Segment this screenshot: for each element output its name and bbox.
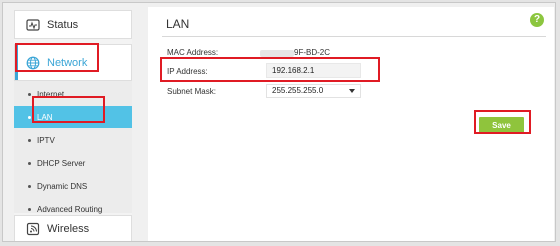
mac-address-value: 9F-BD-2C [294,48,331,57]
submenu-item-label: Dynamic DNS [37,181,88,191]
sidebar-item-wireless[interactable]: Wireless [14,215,132,241]
bullet-icon [28,161,31,165]
submenu-item-label: IPTV [37,135,55,145]
router-admin-window: Status Network Internet LAN IPTV DHCP Se… [2,2,556,242]
bullet-icon [28,138,31,142]
submenu-item-label: DHCP Server [37,158,86,168]
help-icon[interactable]: ? [530,13,544,27]
activity-monitor-icon [26,18,40,31]
submenu-item-dhcp-server[interactable]: DHCP Server [14,152,132,174]
subnet-mask-label: Subnet Mask: [167,87,216,96]
title-divider [162,36,546,37]
bullet-icon [28,207,31,211]
dropdown-arrow-icon [349,89,355,93]
highlight-lan [32,96,105,123]
bullet-icon [28,92,31,96]
highlight-save [474,110,531,134]
redacted-mac-prefix [260,50,294,57]
sidebar-item-status[interactable]: Status [14,10,132,39]
submenu-item-iptv[interactable]: IPTV [14,129,132,151]
highlight-network [15,43,99,72]
sidebar-item-wireless-label: Wireless [47,223,90,235]
subnet-mask-select[interactable]: 255.255.255.0 [266,84,361,98]
bullet-icon [28,184,31,188]
highlight-ip-address [160,57,380,82]
bullet-icon [28,115,31,119]
subnet-mask-value: 255.255.255.0 [272,86,324,95]
page-title: LAN [166,17,190,31]
wireless-icon [26,222,40,236]
sidebar-item-status-label: Status [47,18,79,31]
submenu-item-dynamic-dns[interactable]: Dynamic DNS [14,175,132,197]
submenu-item-label: Advanced Routing [37,204,103,214]
mac-address-label: MAC Address: [167,48,219,57]
